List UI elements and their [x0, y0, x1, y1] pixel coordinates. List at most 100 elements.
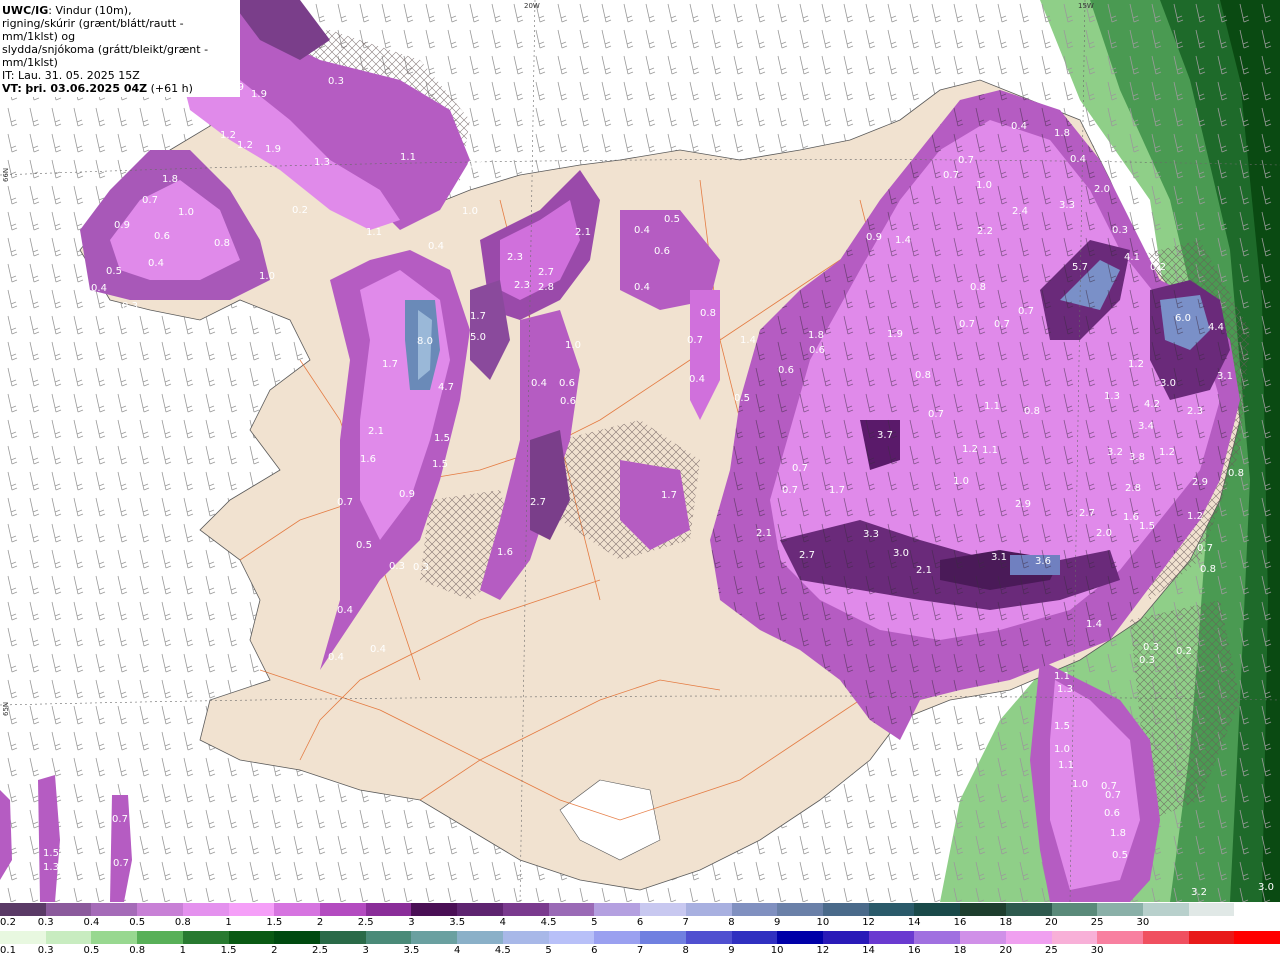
precip-value-label: 2.3	[1187, 406, 1203, 417]
colorbar-swatch	[182, 931, 229, 944]
colorbar-tick-label: 8	[682, 945, 689, 956]
precip-value-label: 0.3	[389, 561, 405, 572]
precip-value-label: 4.7	[438, 382, 454, 393]
colorbar-swatch	[548, 903, 595, 916]
colorbar-tick-label: 12	[862, 917, 875, 928]
colorbar-rain: 0.1 0.3 0.5 0.8 1 1.5 2 2.5 3 3.5 4 4.5 5 6 7 8 9 10 12 14 1…	[0, 931, 1280, 960]
colorbar-tick-label: 0.4	[83, 917, 100, 928]
colorbar-tick-label: 7	[682, 917, 689, 928]
colorbar-tick-label: 2.5	[312, 945, 328, 956]
colorbar-swatch	[914, 931, 961, 944]
precip-value-label: 1.3	[43, 862, 59, 873]
colorbar-tick-label: 0.3	[37, 917, 54, 928]
colorbar-swatch	[868, 903, 915, 916]
precip-value-label: 1.7	[382, 359, 398, 370]
precip-value-label: 1.2	[1187, 511, 1203, 522]
precip-value-label: 0.4	[328, 652, 344, 663]
colorbar-swatch	[0, 903, 46, 916]
colorbar-swatch	[1097, 931, 1143, 944]
valid-time-label: VT:	[2, 82, 22, 95]
precip-value-label: 1.0	[178, 207, 194, 218]
precip-value-label: 0.7	[782, 485, 798, 496]
precip-value-label: 3.3	[1059, 200, 1075, 211]
precip-value-label: 0.4	[1070, 154, 1086, 165]
precip-value-label: 2.1	[916, 565, 932, 576]
precip-value-label: 0.6	[559, 378, 575, 389]
precip-value-label: 5.7	[1072, 262, 1088, 273]
precip-value-label: 2.3	[514, 280, 530, 291]
colorbar-swatch	[457, 931, 503, 944]
colorbar-snow-sleet-ticks: 0.2 0.3 0.4 0.5 0.8 1 1.5 2 2.5 3 3.5 4 4.5 5 6 7 8 9 10 12…	[0, 917, 1280, 931]
precip-value-label: 1.5	[43, 848, 59, 859]
precip-value-label: 8.0	[417, 336, 433, 347]
precip-value-label: 3.0	[1258, 882, 1274, 893]
precip-value-label: 1.1	[1054, 671, 1070, 682]
precip-value-label: 1.2	[220, 130, 236, 141]
precip-value-label: 2.9	[1192, 477, 1208, 488]
precip-value-label: 0.7	[792, 463, 808, 474]
precip-value-label: 0.6	[1104, 808, 1120, 819]
precip-value-label: 1.5	[432, 459, 448, 470]
colorbar-swatch	[228, 931, 275, 944]
valid-time: VT: þri. 03.06.2025 04Z (+61 h)	[2, 82, 240, 95]
precip-value-label: 0.7	[958, 155, 974, 166]
precip-value-label: 3.7	[877, 430, 893, 441]
precip-value-label: 0.7	[1197, 543, 1213, 554]
precip-value-label: 0.7	[337, 497, 353, 508]
precip-value-label: 1.4	[1086, 619, 1102, 630]
precip-value-label: 2.7	[799, 550, 815, 561]
colorbar-snow-sleet-swatches	[0, 903, 1280, 916]
info-line-2: rigning/skúrir (grænt/blátt/rautt - mm/1…	[2, 17, 184, 43]
precip-value-label: 2.1	[368, 426, 384, 437]
colorbar-tick-label: 0.8	[174, 917, 191, 928]
colorbar-swatch	[640, 931, 686, 944]
precip-value-label: 2.0	[1096, 528, 1112, 539]
precip-value-label: 1.1	[366, 227, 382, 238]
colorbar-swatch	[365, 903, 412, 916]
colorbar-swatch	[320, 931, 366, 944]
precip-value-label: 0.2	[1022, 4, 1038, 15]
info-line-3: slydda/snjókoma (grátt/bleikt/grænt - mm…	[2, 43, 209, 69]
precip-value-label: 2.7	[1079, 508, 1095, 519]
colorbar-tick-label: 1	[179, 945, 187, 956]
precip-value-label: 0.5	[356, 540, 372, 551]
precip-value-label: 1.9	[251, 89, 267, 100]
colorbar-tick-label: 10	[816, 917, 830, 928]
colorbar-tick-label: 25	[1045, 945, 1058, 956]
precip-value-label: 0.7	[687, 335, 703, 346]
init-time-value: Lau. 31. 05. 2025 15Z	[17, 69, 140, 82]
colorbar-swatch	[1005, 931, 1052, 944]
colorbar-swatch	[594, 903, 641, 916]
precip-value-label: 2.7	[538, 267, 554, 278]
precip-value-label: 6.0	[1175, 313, 1191, 324]
precip-value-label: 0.4	[91, 283, 107, 294]
precip-value-label: 3.8	[1129, 452, 1145, 463]
colorbar-tick-label: 7	[636, 945, 644, 956]
colorbar-tick-label: 4.5	[540, 917, 557, 928]
precip-value-label: 1.5	[434, 433, 450, 444]
colorbar-tick-label: 25	[1090, 917, 1104, 928]
precip-value-label: 1.0	[565, 340, 581, 351]
precip-value-label: 0.8	[1024, 406, 1040, 417]
colorbar-tick-label: 2	[316, 917, 324, 928]
precip-value-label: 1.7	[661, 490, 677, 501]
colorbar-swatch	[777, 931, 823, 944]
precip-value-label: 0.3	[1112, 225, 1128, 236]
precip-value-label: 1.6	[1123, 512, 1139, 523]
colorbar-swatch	[274, 931, 321, 944]
precip-value-label: 1.4	[740, 335, 756, 346]
colorbar-tick-label: 8	[728, 917, 735, 928]
colorbar-tick-label: 4.5	[494, 945, 511, 956]
precip-value-label: 1.0	[1054, 744, 1070, 755]
info-line-1: UWC/IG: Vindur (10m),	[2, 4, 240, 17]
colorbar-swatch	[457, 903, 503, 916]
precip-value-label: 0.7	[994, 319, 1010, 330]
colorbar-swatch	[868, 931, 915, 944]
colorbar-swatch	[0, 931, 46, 944]
colorbar-tick-label: 0.1	[0, 945, 16, 956]
precip-value-label: 1.3	[1104, 391, 1120, 402]
colorbar-tick-label: 12	[816, 945, 830, 956]
precip-value-label: 0.4	[337, 605, 353, 616]
precip-value-label: 2.1	[756, 528, 772, 539]
precip-value-label: 2.0	[1094, 184, 1110, 195]
